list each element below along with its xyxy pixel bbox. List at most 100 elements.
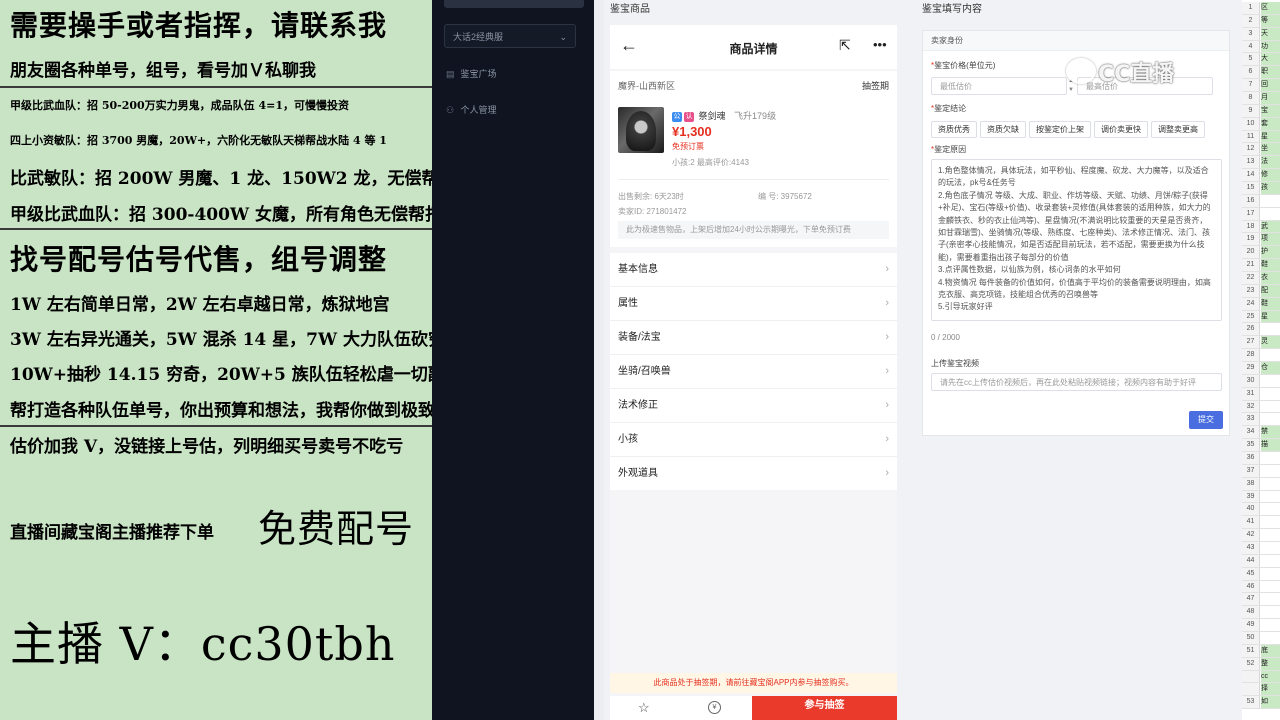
server-select[interactable]: 大话2经典服 ⌄ [444, 24, 576, 48]
sheet-cell[interactable]: 如 [1261, 696, 1280, 709]
sheet-row[interactable]: 29 仓 [1242, 362, 1280, 375]
sheet-cell[interactable]: 武 [1261, 220, 1280, 233]
sheet-row[interactable]: 20 护 [1242, 246, 1280, 260]
sheet-row[interactable]: 36 [1242, 452, 1280, 465]
sheet-row[interactable]: 51 底 [1242, 644, 1280, 658]
sheet-cell[interactable] [1261, 388, 1280, 400]
sheet-row[interactable]: 11 星 [1242, 130, 1280, 144]
sheet-cell[interactable]: 等 [1261, 14, 1280, 27]
sheet-cell[interactable] [1261, 208, 1280, 220]
sheet-row[interactable]: 26 [1242, 323, 1280, 337]
sheet-row[interactable]: 46 [1242, 580, 1280, 594]
sheet-row[interactable]: 44 [1242, 554, 1280, 568]
sheet-cell[interactable] [1261, 568, 1280, 580]
sheet-cell[interactable] [1261, 465, 1280, 477]
sheet-cell[interactable] [1261, 581, 1280, 593]
menu-item-basic-info[interactable]: 基本信息 › [610, 253, 897, 287]
sheet-row[interactable]: 50 [1242, 632, 1280, 645]
sheet-cell[interactable] [1261, 619, 1280, 631]
sheet-cell[interactable]: 法 [1261, 156, 1280, 169]
sheet-cell[interactable] [1261, 503, 1280, 515]
sheet-cell[interactable]: 整 [1261, 657, 1280, 670]
sheet-row[interactable]: 24 鞋 [1242, 297, 1280, 311]
sheet-cell[interactable] [1261, 413, 1280, 425]
sheet-cell[interactable]: 孩 [1261, 182, 1280, 194]
sheet-cell[interactable]: 天 [1261, 27, 1280, 40]
sidebar-item-personal[interactable]: ⚇ 个人管理 [446, 100, 497, 120]
sheet-row[interactable]: 13 法 [1242, 156, 1280, 170]
sheet-cell[interactable] [1261, 375, 1280, 387]
sheet-row[interactable]: 3天 [1242, 27, 1280, 41]
menu-item-attributes[interactable]: 属性 › [610, 287, 897, 321]
sheet-row[interactable]: 15 孩 [1242, 182, 1280, 195]
sheet-row[interactable]: 52 整 [1242, 657, 1280, 671]
sheet-cell[interactable]: 项 [1261, 233, 1280, 246]
menu-item-equipment[interactable]: 装备/法宝 › [610, 321, 897, 355]
sheet-row[interactable]: 21 鞋 [1242, 259, 1280, 272]
sheet-cell[interactable]: 描 [1261, 439, 1280, 451]
sheet-row[interactable]: 48 [1242, 606, 1280, 620]
coin-icon[interactable]: ¥ [708, 701, 721, 714]
join-lottery-button[interactable]: 参与抽签 [752, 696, 897, 720]
sheet-row[interactable]: 10 套 [1242, 117, 1280, 131]
sheet-row[interactable]: 37 [1242, 464, 1280, 478]
sheet-row[interactable]: 53 如 [1242, 696, 1280, 710]
sheet-cell[interactable] [1261, 593, 1280, 605]
sheet-row[interactable]: 47 [1242, 593, 1280, 607]
sheet-cell[interactable] [1261, 529, 1280, 541]
sheet-row[interactable]: 27 灵 [1242, 336, 1280, 350]
sheet-cell[interactable] [1261, 349, 1280, 361]
sheet-row[interactable]: 择 [1242, 683, 1280, 697]
sheet-row[interactable]: 23 配 [1242, 284, 1280, 298]
sheet-cell[interactable]: 宝 [1261, 104, 1280, 117]
sheet-row[interactable]: 35 描 [1242, 439, 1280, 452]
sheet-row[interactable]: 33 [1242, 413, 1280, 427]
sheet-row[interactable]: 6职 [1242, 66, 1280, 80]
sheet-cell[interactable]: 禁 [1261, 426, 1280, 439]
sheet-cell[interactable]: 仓 [1261, 362, 1280, 374]
sheet-cell[interactable] [1261, 632, 1280, 644]
tag-good-quality[interactable]: 资质优秀 [931, 121, 977, 138]
sheet-cell[interactable] [1261, 323, 1280, 335]
sheet-row[interactable]: 39 [1242, 490, 1280, 504]
menu-item-mounts[interactable]: 坐骑/召唤兽 › [610, 355, 897, 389]
sheet-row[interactable]: 12 坐 [1242, 143, 1280, 157]
sheet-row[interactable]: 30 [1242, 374, 1280, 388]
more-icon[interactable]: ••• [873, 37, 887, 52]
sheet-row[interactable]: 25 星 [1242, 310, 1280, 324]
sheet-row[interactable]: 45 [1242, 567, 1280, 581]
sheet-row[interactable]: 7回 [1242, 79, 1280, 92]
tag-sell-faster[interactable]: 调价卖更快 [1094, 121, 1148, 138]
sheet-row[interactable]: 43 [1242, 542, 1280, 555]
sheet-cell[interactable] [1261, 478, 1280, 490]
sheet-row[interactable]: 19 项 [1242, 233, 1280, 247]
sheet-row[interactable]: 9宝 [1242, 104, 1280, 118]
sheet-cell[interactable]: cc [1261, 670, 1280, 683]
sheet-row[interactable]: 40 [1242, 503, 1280, 517]
share-icon[interactable]: ⇱ [839, 37, 851, 54]
sheet-cell[interactable] [1261, 555, 1280, 567]
sheet-cell[interactable]: 鞋 [1261, 297, 1280, 310]
sheet-row[interactable]: 8月 [1242, 92, 1280, 105]
min-price-input[interactable]: 最低估价 [931, 77, 1067, 95]
tag-poor-quality[interactable]: 资质欠缺 [980, 121, 1026, 138]
sheet-cell[interactable] [1261, 452, 1280, 464]
sheet-cell[interactable]: 功 [1261, 40, 1280, 53]
sheet-cell[interactable] [1261, 491, 1280, 503]
sheet-cell[interactable]: 择 [1261, 683, 1280, 696]
sheet-cell[interactable]: 配 [1261, 284, 1280, 297]
sheet-row[interactable]: 1区 [1242, 2, 1280, 15]
menu-item-children[interactable]: 小孩 › [610, 423, 897, 457]
sheet-cell[interactable]: 回 [1261, 79, 1280, 91]
tag-list-at-price[interactable]: 按鉴定价上架 [1029, 121, 1091, 138]
sheet-cell[interactable]: 星 [1261, 310, 1280, 323]
sheet-cell[interactable] [1261, 401, 1280, 413]
sheet-row[interactable]: 49 [1242, 619, 1280, 632]
menu-item-appearance[interactable]: 外观道具 › [610, 457, 897, 490]
sheet-row[interactable]: 4功 [1242, 40, 1280, 54]
sheet-row[interactable]: 32 [1242, 400, 1280, 414]
sheet-row[interactable]: 42 [1242, 529, 1280, 542]
sheet-row[interactable]: 28 [1242, 349, 1280, 362]
sidebar-item-appraisal-square[interactable]: ▤ 鉴宝广场 [446, 64, 497, 84]
sheet-cell[interactable]: 鞋 [1261, 259, 1280, 271]
